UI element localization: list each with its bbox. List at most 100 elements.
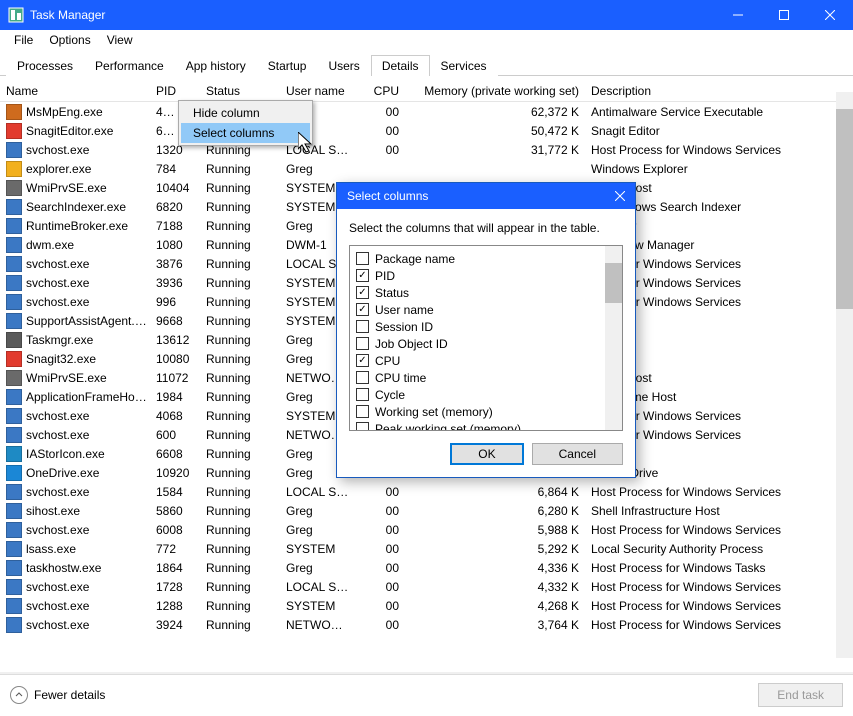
dialog-titlebar[interactable]: Select columns	[337, 183, 635, 209]
column-option-label: Session ID	[375, 320, 433, 334]
table-row[interactable]: svchost.exe6008RunningGreg005,988 KHost …	[0, 520, 853, 539]
column-option[interactable]: Peak working set (memory)	[356, 420, 599, 430]
column-option[interactable]: ✓User name	[356, 301, 599, 318]
process-pid: 1864	[150, 560, 200, 576]
dialog-scrollbar[interactable]	[605, 246, 622, 430]
vertical-scrollbar[interactable]	[836, 92, 853, 658]
cancel-button[interactable]: Cancel	[532, 443, 623, 465]
minimize-button[interactable]	[715, 0, 761, 30]
column-option[interactable]: CPU time	[356, 369, 599, 386]
process-name: dwm.exe	[26, 238, 74, 252]
process-description: Host Process for Windows Services	[585, 522, 853, 538]
process-name: sihost.exe	[26, 504, 80, 518]
column-option[interactable]: ✓CPU	[356, 352, 599, 369]
process-icon	[6, 408, 22, 424]
dialog-close-icon[interactable]	[615, 191, 625, 201]
process-status: Running	[200, 199, 280, 215]
process-pid: 996	[150, 294, 200, 310]
column-option[interactable]: Job Object ID	[356, 335, 599, 352]
context-menu: Hide column Select columns	[178, 100, 313, 146]
process-name: WmiPrvSE.exe	[26, 371, 107, 385]
dialog-scrollbar-thumb[interactable]	[605, 263, 622, 303]
column-option[interactable]: ✓PID	[356, 267, 599, 284]
checkbox-icon: ✓	[356, 286, 369, 299]
column-option[interactable]: ✓Status	[356, 284, 599, 301]
header-pid[interactable]: PID	[150, 80, 200, 102]
header-name[interactable]: Name	[0, 80, 150, 102]
column-option-label: Working set (memory)	[375, 405, 493, 419]
process-description: Host Process for Windows Services	[585, 484, 853, 500]
scrollbar-thumb[interactable]	[836, 109, 853, 309]
process-cpu: 00	[355, 104, 405, 120]
process-memory: 31,772 K	[405, 142, 585, 158]
table-row[interactable]: MsMpEng.exe4…M0062,372 KAntimalware Serv…	[0, 102, 853, 121]
titlebar[interactable]: Task Manager	[0, 0, 853, 30]
table-row[interactable]: svchost.exe3924RunningNETWORK…003,764 KH…	[0, 615, 853, 634]
table-row[interactable]: svchost.exe1320RunningLOCAL SE…0031,772 …	[0, 140, 853, 159]
menu-options[interactable]: Options	[41, 31, 98, 49]
column-option[interactable]: Working set (memory)	[356, 403, 599, 420]
table-row[interactable]: svchost.exe1584RunningLOCAL SE…006,864 K…	[0, 482, 853, 501]
column-option-label: Cycle	[375, 388, 405, 402]
process-name: svchost.exe	[26, 599, 89, 613]
column-option[interactable]: Package name	[356, 250, 599, 267]
header-description[interactable]: Description	[585, 80, 836, 102]
process-pid: 11072	[150, 370, 200, 386]
scroll-left-icon[interactable]: ◂	[2, 674, 8, 675]
process-name: svchost.exe	[26, 409, 89, 423]
column-option[interactable]: Cycle	[356, 386, 599, 403]
tab-performance[interactable]: Performance	[84, 55, 175, 76]
tab-users[interactable]: Users	[317, 55, 370, 76]
process-user: Greg	[280, 503, 355, 519]
process-status: Running	[200, 503, 280, 519]
header-status[interactable]: Status	[200, 80, 280, 102]
header-user[interactable]: User name	[280, 80, 355, 102]
table-row[interactable]: explorer.exe784RunningGregWindows Explor…	[0, 159, 853, 178]
checkbox-icon	[356, 388, 369, 401]
process-cpu: 00	[355, 541, 405, 557]
table-row[interactable]: svchost.exe1728RunningLOCAL SE…004,332 K…	[0, 577, 853, 596]
menu-file[interactable]: File	[6, 31, 41, 49]
tab-details[interactable]: Details	[371, 55, 430, 76]
column-option[interactable]: Session ID	[356, 318, 599, 335]
table-row[interactable]: svchost.exe1288RunningSYSTEM004,268 KHos…	[0, 596, 853, 615]
context-hide-column[interactable]: Hide column	[181, 103, 310, 123]
header-memory[interactable]: Memory (private working set)	[405, 80, 585, 102]
tab-app-history[interactable]: App history	[175, 55, 257, 76]
header-cpu[interactable]: CPU	[355, 80, 405, 102]
table-row[interactable]: lsass.exe772RunningSYSTEM005,292 KLocal …	[0, 539, 853, 558]
process-icon	[6, 256, 22, 272]
close-button[interactable]	[807, 0, 853, 30]
process-description: Local Security Authority Process	[585, 541, 853, 557]
process-pid: 3876	[150, 256, 200, 272]
end-task-button[interactable]: End task	[758, 683, 843, 707]
context-select-columns[interactable]: Select columns	[181, 123, 310, 143]
process-icon	[6, 332, 22, 348]
process-status: Running	[200, 218, 280, 234]
tab-processes[interactable]: Processes	[6, 55, 84, 76]
process-cpu: 00	[355, 617, 405, 633]
menu-view[interactable]: View	[99, 31, 141, 49]
scroll-right-icon[interactable]: ▸	[845, 674, 851, 675]
process-memory: 50,472 K	[405, 123, 585, 139]
process-icon	[6, 180, 22, 196]
table-row[interactable]: SnagitEditor.exe6…0050,472 KSnagit Edito…	[0, 121, 853, 140]
tab-startup[interactable]: Startup	[257, 55, 318, 76]
checkbox-icon	[356, 252, 369, 265]
horizontal-scrollbar[interactable]: ◂ ▸	[0, 672, 853, 674]
column-option-label: Package name	[375, 252, 455, 266]
fewer-details-button[interactable]: Fewer details	[10, 686, 105, 704]
process-status: Running	[200, 541, 280, 557]
process-pid: 10920	[150, 465, 200, 481]
ok-button[interactable]: OK	[450, 443, 523, 465]
process-icon	[6, 142, 22, 158]
process-name: lsass.exe	[26, 542, 76, 556]
tab-services[interactable]: Services	[430, 55, 498, 76]
table-row[interactable]: sihost.exe5860RunningGreg006,280 KShell …	[0, 501, 853, 520]
process-icon	[6, 389, 22, 405]
process-status: Running	[200, 370, 280, 386]
table-row[interactable]: taskhostw.exe1864RunningGreg004,336 KHos…	[0, 558, 853, 577]
process-name: svchost.exe	[26, 485, 89, 499]
process-memory: 6,280 K	[405, 503, 585, 519]
maximize-button[interactable]	[761, 0, 807, 30]
